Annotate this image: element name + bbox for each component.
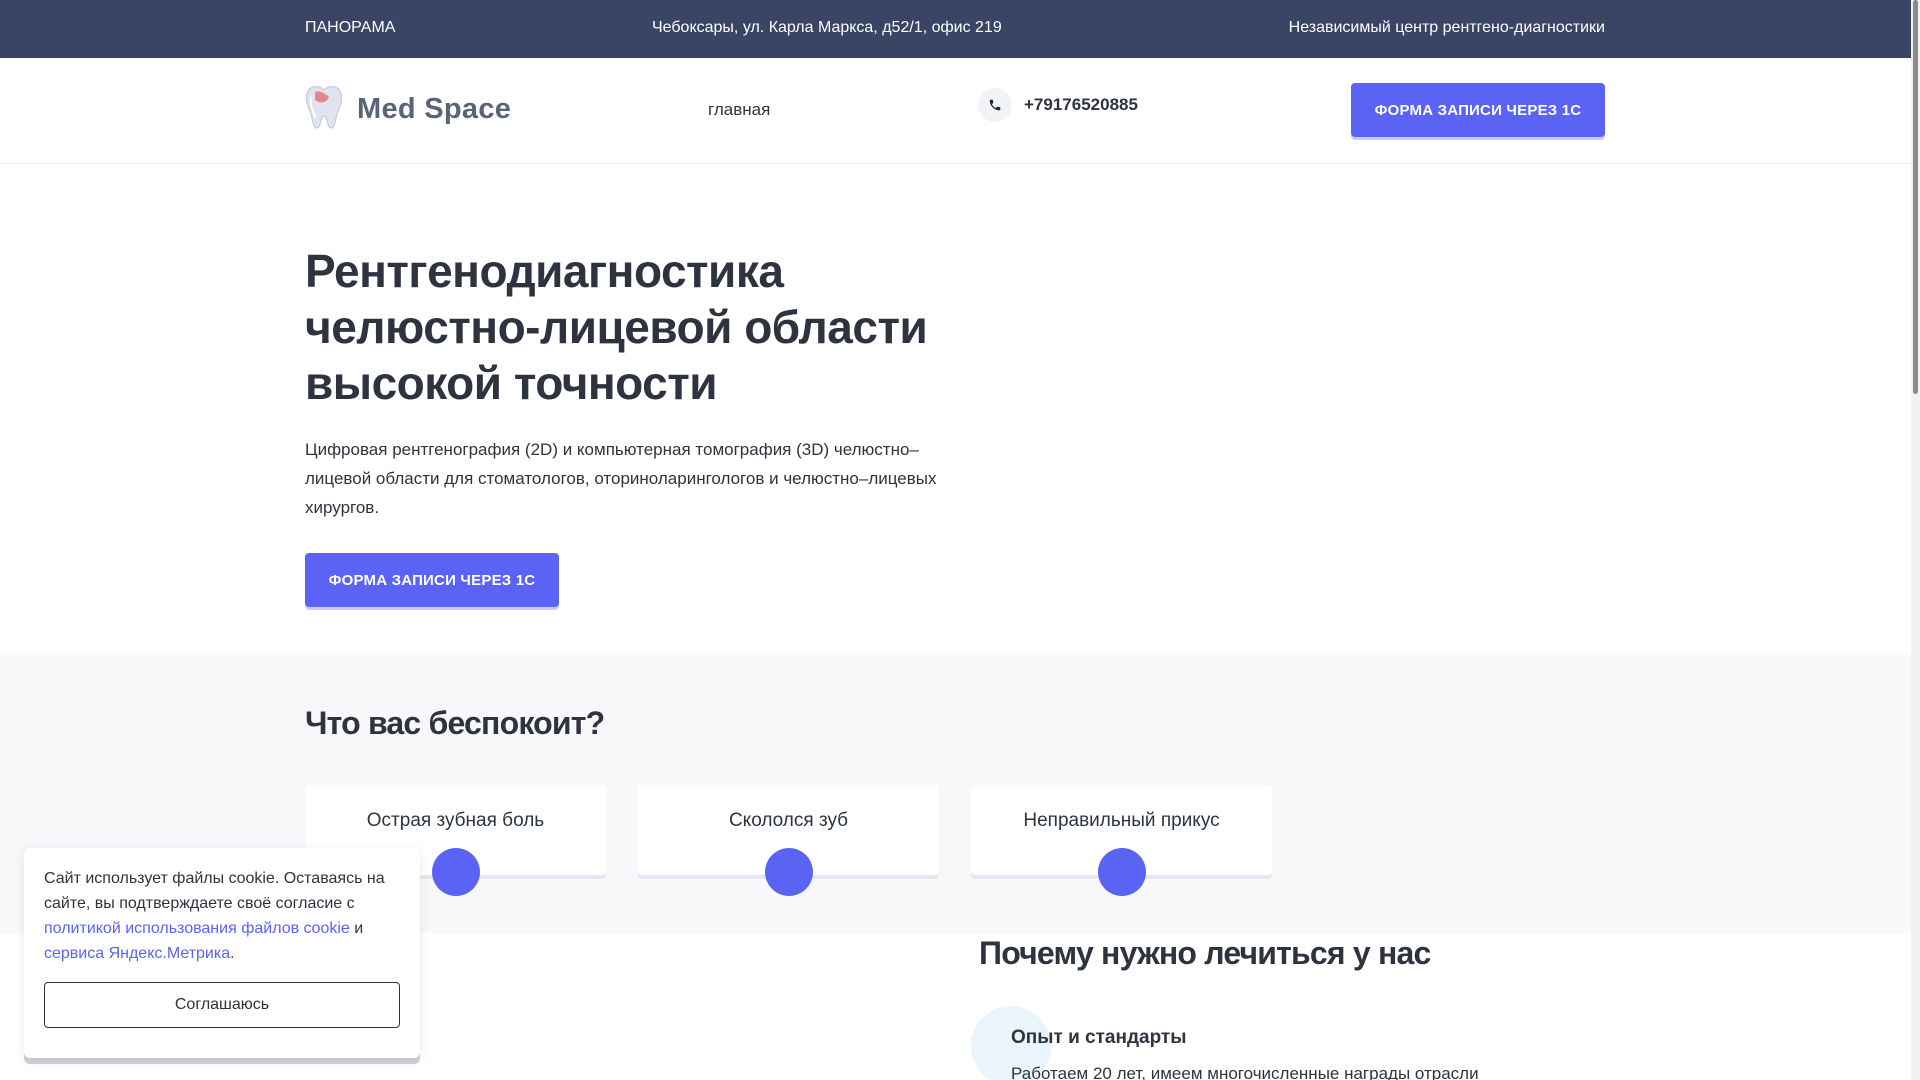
concern-card-malocclusion[interactable]: Неправильный прикус [971,785,1272,896]
booking-button-hero[interactable]: ФОРМА ЗАПИСИ ЧЕРЕЗ 1С [305,553,559,607]
hero-title-line-1: Рентгенодиагностика [305,245,784,297]
page-scrollbar[interactable] [1911,0,1920,1080]
cookie-accept-button[interactable]: Соглашаюсь [44,982,400,1028]
concern-card-label: Острая зубная боль [366,810,545,831]
hero-description: Цифровая рентгенография (2D) и компьютер… [305,440,937,517]
cookie-text: Сайт использует файлы cookie. Оставаясь … [44,866,410,966]
phone-number: +79176520885 [1024,95,1138,114]
scrollbar-thumb[interactable] [1913,0,1918,394]
tooth-icon [305,84,343,135]
booking-button-header[interactable]: ФОРМА ЗАПИСИ ЧЕРЕЗ 1С [1351,83,1605,137]
cookie-text-and: и [349,920,364,937]
cookie-text-intro: Сайт использует файлы cookie. Оставаясь … [44,870,385,912]
address-text: Чебоксары, ул. Карла Маркса, д52/1, офис… [652,19,1002,36]
concern-card-dot [431,848,480,896]
concern-card-label: Неправильный прикус [1023,810,1220,831]
logo[interactable]: Med Space [305,84,512,135]
cookie-banner: Сайт использует файлы cookie. Оставаясь … [24,848,420,1058]
yandex-metrika-link[interactable]: сервиса Яндекс.Метрика [44,945,230,962]
concern-card-dot [764,848,813,896]
why-item-title: Опыт и стандарты [1011,1027,1187,1048]
cookie-text-end: . [230,945,235,962]
concern-card-chipped-tooth[interactable]: Скололся зуб [638,785,939,896]
top-info-bar: ПАНОРАМА Чебоксары, ул. Карла Маркса, д5… [0,0,1911,58]
concerns-title: Что вас беспокоит? [305,705,605,741]
phone-contact[interactable]: +79176520885 [978,88,1138,122]
site-header: Med Space главная +79176520885 ФОРМА ЗАП… [0,58,1911,164]
concern-card-label: Скололся зуб [728,810,849,831]
phone-icon [978,88,1012,122]
why-item-text: Работаем 20 лет, имеем многочисленные на… [1011,1064,1479,1080]
hero-title-line-3: высокой точности [305,357,718,409]
tagline-text: Независимый центр рентгено-диагностики [1288,19,1605,36]
hero-title: Рентгенодиагностика челюстно-лицевой обл… [305,243,1005,411]
nav-home-link[interactable]: главная [708,100,770,120]
cookie-policy-link[interactable]: политикой использования файлов cookie [44,920,350,937]
logo-text: Med Space [357,92,512,125]
hero-section: Рентгенодиагностика челюстно-лицевой обл… [0,165,1911,655]
concern-card-dot [1097,848,1146,896]
hero-title-line-2: челюстно-лицевой области [305,301,928,353]
panorama-label[interactable]: ПАНОРАМА [305,19,395,37]
why-us-title: Почему нужно лечиться у нас [979,935,1431,971]
